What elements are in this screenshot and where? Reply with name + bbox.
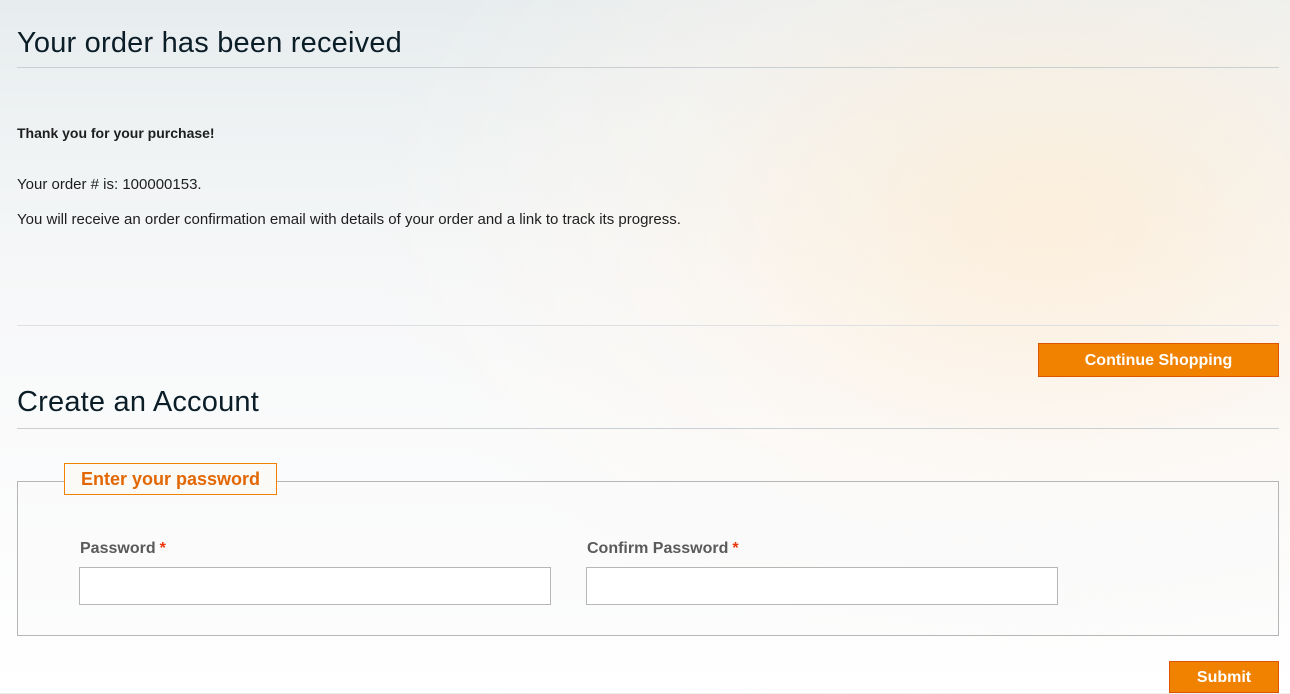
create-account-title: Create an Account	[17, 386, 259, 418]
title-divider	[17, 67, 1279, 68]
checkout-success-page: Your order has been received Thank you f…	[17, 0, 1279, 693]
submit-button[interactable]: Submit	[1169, 661, 1279, 693]
order-number-text: Your order # is: 100000153.	[17, 176, 202, 193]
fieldset-legend: Enter your password	[64, 463, 278, 495]
continue-shopping-button[interactable]: Continue Shopping	[1038, 343, 1279, 377]
account-title-divider	[17, 428, 1279, 429]
thank-you-message: Thank you for your purchase!	[17, 125, 215, 141]
confirm-password-label: Confirm Password *	[587, 540, 739, 558]
password-fieldset	[17, 481, 1279, 636]
section-divider	[17, 325, 1279, 326]
password-input[interactable]	[79, 567, 551, 605]
required-marker: *	[732, 540, 739, 557]
password-label: Password *	[80, 540, 166, 558]
required-marker: *	[159, 540, 166, 557]
confirm-password-input[interactable]	[586, 567, 1058, 605]
confirmation-email-text: You will receive an order confirmation e…	[17, 211, 681, 228]
order-received-title: Your order has been received	[17, 27, 403, 59]
password-label-text: Password	[80, 540, 156, 557]
confirm-password-label-text: Confirm Password	[587, 540, 729, 557]
